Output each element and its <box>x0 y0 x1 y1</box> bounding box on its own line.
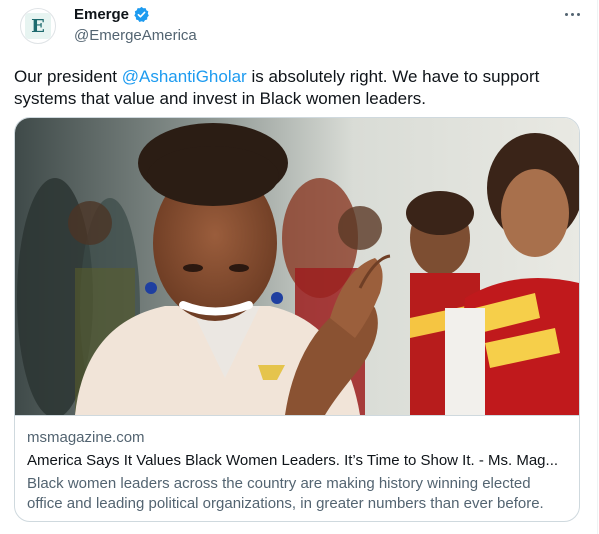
user-handle[interactable]: @EmergeAmerica <box>74 27 197 44</box>
card-description: Black women leaders across the country a… <box>27 475 544 512</box>
card-meta: msmagazine.com America Says It Values Bl… <box>27 428 567 514</box>
avatar[interactable]: E <box>20 8 56 44</box>
display-name[interactable]: Emerge <box>74 6 129 23</box>
column-divider <box>597 0 598 534</box>
more-options-icon[interactable] <box>561 4 583 24</box>
link-preview-card[interactable]: msmagazine.com America Says It Values Bl… <box>14 117 580 522</box>
mention-link[interactable]: @AshantiGholar <box>122 67 247 86</box>
card-domain: msmagazine.com <box>27 429 145 446</box>
tweet-text: Our president @AshantiGholar is absolute… <box>14 66 579 110</box>
card-title[interactable]: America Says It Values Black Women Leade… <box>27 451 567 471</box>
author-name-row: Emerge <box>74 6 150 23</box>
emerge-logo-icon: E <box>25 13 51 39</box>
tweet-text-before: Our president <box>14 67 122 86</box>
article-photo[interactable] <box>15 118 579 416</box>
verified-badge-icon <box>134 6 149 22</box>
